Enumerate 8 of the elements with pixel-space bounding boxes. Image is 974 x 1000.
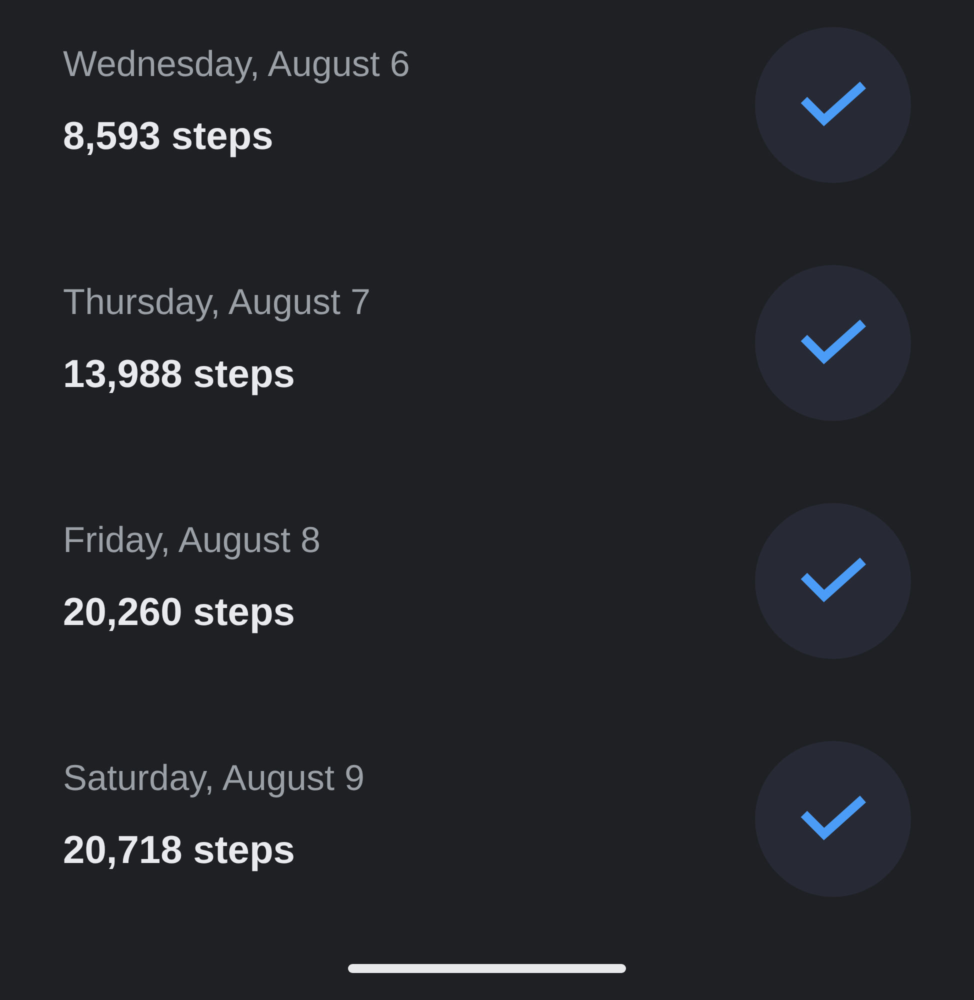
- step-count: 13,988 steps: [63, 352, 296, 398]
- step-count: 20,260 steps: [63, 590, 296, 636]
- step-count: 20,718 steps: [63, 828, 296, 874]
- day-date: Thursday, August 7: [63, 282, 371, 322]
- day-date: Wednesday, August 6: [63, 44, 410, 84]
- step-count: 8,593 steps: [63, 114, 274, 160]
- day-date: Saturday, August 9: [63, 758, 365, 798]
- day-date: Friday, August 8: [63, 520, 320, 560]
